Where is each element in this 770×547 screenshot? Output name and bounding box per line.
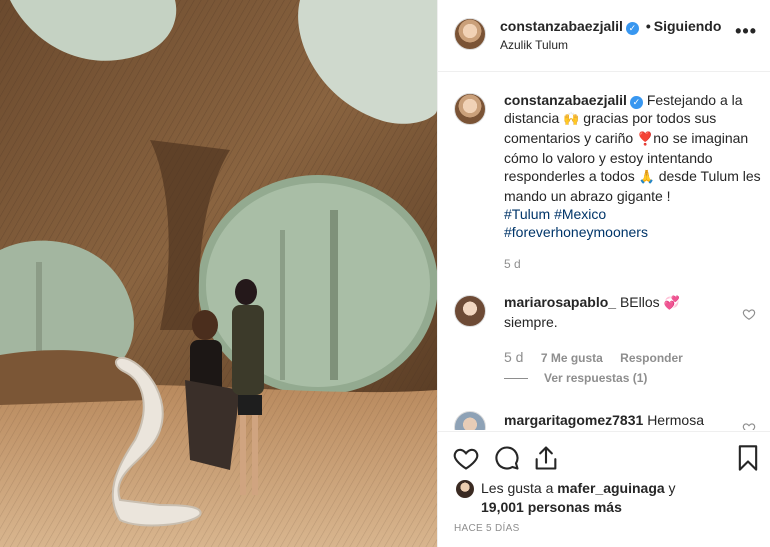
hashtag-mexico[interactable]: #Mexico: [554, 206, 606, 222]
post-photo[interactable]: [0, 0, 437, 547]
view-replies-label[interactable]: Ver respuestas (1): [544, 371, 647, 385]
likes-count[interactable]: 19,001 personas más: [481, 499, 622, 515]
post-location[interactable]: Azulik Tulum: [500, 38, 568, 52]
post-actions: Les gusta a mafer_aguinaga y 19,001 pers…: [438, 431, 770, 547]
comment-username[interactable]: mariarosapablo_: [504, 294, 616, 310]
liker-username[interactable]: mafer_aguinaga: [557, 480, 664, 496]
comment-text: mariarosapablo_ BEllos 💞 siempre.: [504, 293, 729, 331]
comment-item: mariarosapablo_ BEllos 💞 siempre. 5 d 7 …: [454, 293, 764, 393]
post-timestamp[interactable]: HACE 5 DÍAS: [454, 523, 520, 534]
post-header: constanzabaezjalil ✓ • Siguiendo Azulik Tu…: [438, 0, 770, 72]
hashtag-foreverhoneymooners[interactable]: #foreverhoneymooners: [504, 224, 648, 240]
post-image: [0, 0, 437, 547]
separator-dot: •: [645, 18, 651, 34]
comments-section[interactable]: constanzabaezjalil ✓ Festejando a la dist…: [438, 73, 770, 430]
comment-like-heart-icon[interactable]: [742, 421, 756, 430]
view-replies[interactable]: Ver respuestas (1): [504, 371, 647, 385]
post-panel: constanzabaezjalil ✓ • Siguiendo Azulik Tu…: [437, 0, 770, 547]
caption-username[interactable]: constanzabaezjalil: [504, 92, 627, 108]
share-icon[interactable]: [532, 444, 560, 472]
hashtag-tulum[interactable]: #Tulum: [504, 206, 550, 222]
save-bookmark-icon[interactable]: [734, 444, 762, 472]
likes-summary: Les gusta a mafer_aguinaga y 19,001 pers…: [481, 479, 761, 517]
more-options-icon[interactable]: •••: [735, 22, 757, 40]
likes-prefix: Les gusta a: [481, 480, 558, 496]
comment-item: margaritagomez7831 Hermosa: [454, 411, 764, 430]
verified-badge-icon: ✓: [629, 96, 643, 109]
caption-avatar[interactable]: [454, 93, 486, 125]
comment-age[interactable]: 5 d: [504, 349, 523, 365]
comment-like-heart-icon[interactable]: [742, 307, 756, 321]
comment-avatar[interactable]: [454, 295, 486, 327]
liker-avatar[interactable]: [456, 480, 474, 498]
raised-hands-emoji-icon: 🙌: [563, 112, 580, 127]
comment-body-2: siempre.: [504, 314, 558, 330]
heart-exclamation-emoji-icon: ❣️: [637, 132, 654, 147]
likes-mid: y: [664, 480, 676, 496]
like-heart-icon[interactable]: [452, 444, 480, 472]
comment-text: margaritagomez7831 Hermosa: [504, 411, 734, 429]
comment-bubble-icon[interactable]: [493, 444, 521, 472]
author-avatar[interactable]: [454, 18, 486, 50]
two-hearts-emoji-icon: 💞: [663, 296, 680, 311]
author-line: constanzabaezjalil ✓ • Siguiendo: [500, 18, 730, 35]
reply-button[interactable]: Responder: [620, 351, 683, 365]
following-button[interactable]: Siguiendo: [654, 18, 722, 34]
comment-avatar[interactable]: [454, 411, 486, 430]
comment-username[interactable]: margaritagomez7831: [504, 412, 643, 428]
comment-likes[interactable]: 7 Me gusta: [541, 351, 603, 365]
verified-badge-icon: ✓: [625, 22, 639, 35]
comment-meta: 5 d 7 Me gusta Responder: [504, 349, 683, 365]
view-replies-line: [504, 378, 528, 380]
caption-text: constanzabaezjalil ✓ Festejando a la dist…: [504, 91, 764, 273]
comment-body: Hermosa: [647, 412, 704, 428]
caption-age[interactable]: 5 d: [504, 255, 764, 273]
folded-hands-emoji-icon: 🙏: [638, 170, 655, 185]
comment-body: BEllos: [619, 294, 664, 310]
author-username[interactable]: constanzabaezjalil: [500, 18, 623, 34]
